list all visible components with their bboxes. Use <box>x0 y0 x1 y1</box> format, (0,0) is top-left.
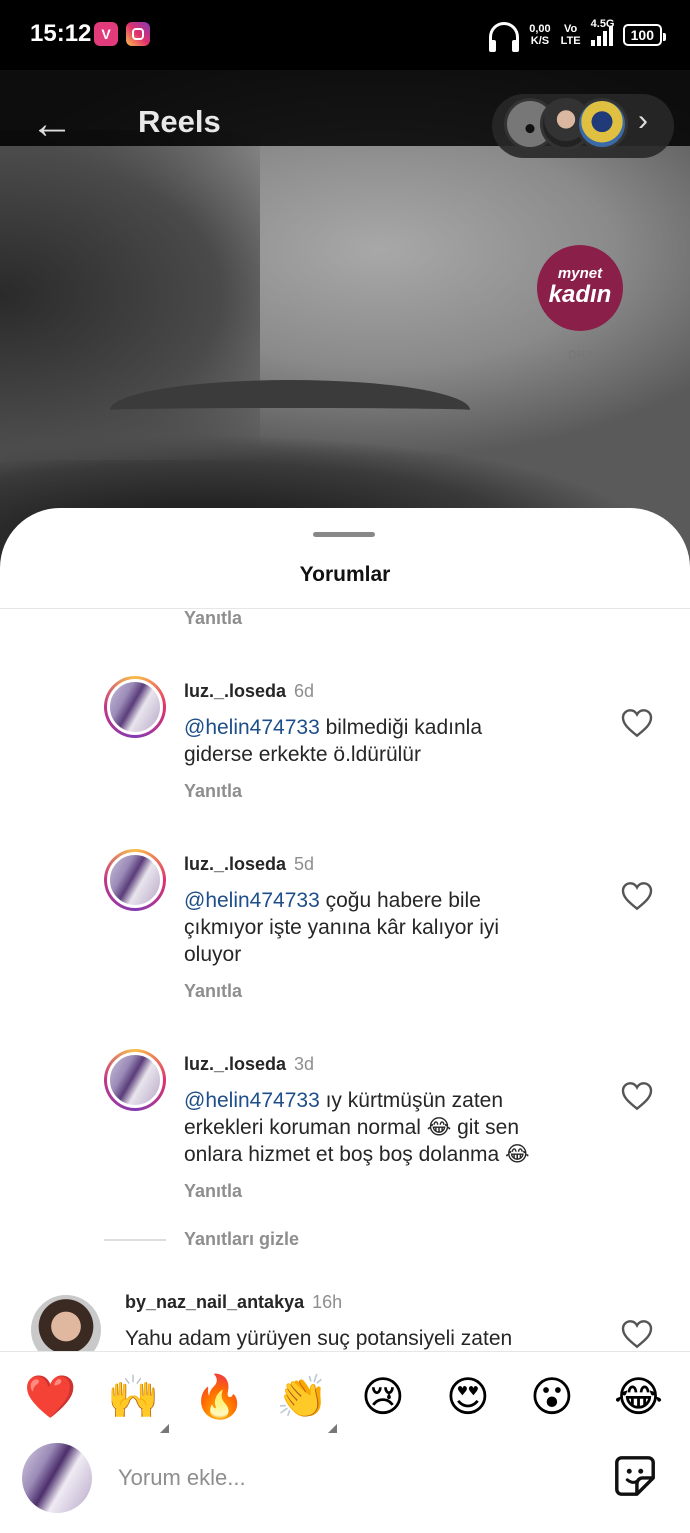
comment-text-line-2: giderse erkekte ö.ldürülür <box>184 743 421 766</box>
brand-logo-main: kadın <box>548 281 612 308</box>
comment-time: 16h <box>312 1292 343 1312</box>
network-speed: 0,00 K/S <box>529 23 550 47</box>
comment-avatar[interactable] <box>104 849 166 911</box>
notification-app-icon: V <box>94 22 118 46</box>
comment-header: luz._.loseda 6d <box>184 681 314 702</box>
comment-username[interactable]: luz._.loseda <box>184 681 286 701</box>
network-speed-value: 0,00 <box>529 23 551 35</box>
back-arrow-icon[interactable]: ← <box>30 102 76 146</box>
comment-text-line-3: oluyor <box>184 943 242 966</box>
reply-button[interactable]: Yanıtla <box>184 608 242 629</box>
reply-button[interactable]: Yanıtla <box>184 981 242 1002</box>
hide-replies-line <box>104 1239 166 1241</box>
emoji-surprised-button[interactable]: 😮 <box>530 1372 574 1422</box>
account-avatar-3[interactable] <box>576 98 628 150</box>
comment-time: 6d <box>294 681 315 701</box>
heart-icon[interactable] <box>621 1081 653 1111</box>
sticker-icon[interactable] <box>612 1453 658 1499</box>
skin-tone-indicator <box>328 1424 337 1433</box>
comment-username[interactable]: by_naz_nail_antakya <box>125 1292 304 1312</box>
comment-time: 3d <box>294 1054 315 1074</box>
emoji-reaction-bar <box>0 1351 690 1436</box>
emoji-laughing-button[interactable]: 😂 <box>614 1372 663 1422</box>
emoji-clap-button[interactable]: 👏 <box>276 1372 328 1422</box>
comment-text-line-2: erkekleri koruman normal 😂 git sen <box>184 1116 519 1139</box>
comment-text-line-1: çoğu habere bile <box>319 889 481 912</box>
instagram-notification-icon <box>126 22 150 46</box>
comment-text-line-1: ıy kürtmüşün zaten <box>319 1089 504 1112</box>
comment-mention[interactable]: @helin474733 <box>184 1089 320 1112</box>
brand-logo: mynet kadın <box>537 245 623 331</box>
comment-text: @helin474733 ıy kürtmüşün zaten erkekler… <box>184 1087 604 1168</box>
status-bar: 15:12 V 0,00 K/S Vo LTE 4.5G 100 <box>0 0 690 70</box>
comment-text: @helin474733 bilmediği kadınla giderse e… <box>184 714 604 768</box>
comment-time: 5d <box>294 854 315 874</box>
network-type: 4.5G <box>590 18 615 30</box>
comment-input[interactable] <box>118 1458 578 1498</box>
page-title: Reels <box>138 104 221 139</box>
comment-text-line-1: bilmediği kadınla <box>319 716 483 739</box>
comment-text: Yahu adam yürüyen suç potansiyeli zaten <box>125 1327 513 1350</box>
chevron-right-icon[interactable]: › <box>638 104 648 138</box>
volte-bottom: LTE <box>560 35 581 47</box>
comment-username[interactable]: luz._.loseda <box>184 854 286 874</box>
sheet-title: Yorumlar <box>299 563 391 586</box>
comment-mention[interactable]: @helin474733 <box>184 889 320 912</box>
comment-avatar[interactable] <box>104 1049 166 1111</box>
headset-icon <box>489 22 520 52</box>
comment-mention[interactable]: @helin474733 <box>184 716 320 739</box>
emoji-heart-button[interactable]: ❤️ <box>24 1372 76 1422</box>
emoji-heart-eyes-button[interactable]: 😍 <box>446 1372 490 1422</box>
comment-avatar[interactable] <box>104 676 166 738</box>
comment-text-line-2: çıkmıyor işte yanına kâr kalıyor iyi <box>184 916 500 939</box>
heart-icon[interactable] <box>621 708 653 738</box>
comment-header: luz._.loseda 5d <box>184 854 314 875</box>
volte-indicator: Vo LTE <box>561 23 581 47</box>
reply-button[interactable]: Yanıtla <box>184 1181 242 1202</box>
drag-handle[interactable] <box>313 532 375 537</box>
my-avatar <box>22 1443 92 1513</box>
heart-icon[interactable] <box>621 1319 653 1349</box>
comment-text: @helin474733 çoğu habere bile çıkmıyor i… <box>184 887 604 968</box>
emoji-fire-button[interactable]: 🔥 <box>193 1372 245 1422</box>
emoji-raised-hands-button[interactable]: 🙌 <box>107 1372 159 1422</box>
comment-header: luz._.loseda 3d <box>184 1054 314 1075</box>
emoji-crying-button[interactable]: 😢 <box>361 1372 405 1422</box>
comment-username[interactable]: luz._.loseda <box>184 1054 286 1074</box>
heart-icon[interactable] <box>621 881 653 911</box>
skin-tone-indicator <box>160 1424 169 1433</box>
status-time: 15:12 <box>30 20 92 47</box>
signal-group: 4.5G <box>590 18 615 46</box>
battery-indicator: 100 <box>622 24 667 46</box>
comment-header: by_naz_nail_antakya 16h <box>125 1292 342 1313</box>
brand-logo-top: mynet <box>557 265 603 282</box>
status-right: 0,00 K/S Vo LTE 4.5G 100 <box>489 18 667 52</box>
volte-top: Vo <box>564 23 578 35</box>
video-watermark: DHA <box>568 348 594 362</box>
reply-button[interactable]: Yanıtla <box>184 781 242 802</box>
comment-text-line-3: onlara hizmet et boş boş dolanma 😂 <box>184 1143 530 1166</box>
hide-replies-button[interactable]: Yanıtları gizle <box>184 1229 299 1250</box>
network-speed-unit: K/S <box>530 35 550 47</box>
video-brow-shading <box>110 380 470 440</box>
title-divider <box>0 608 690 609</box>
